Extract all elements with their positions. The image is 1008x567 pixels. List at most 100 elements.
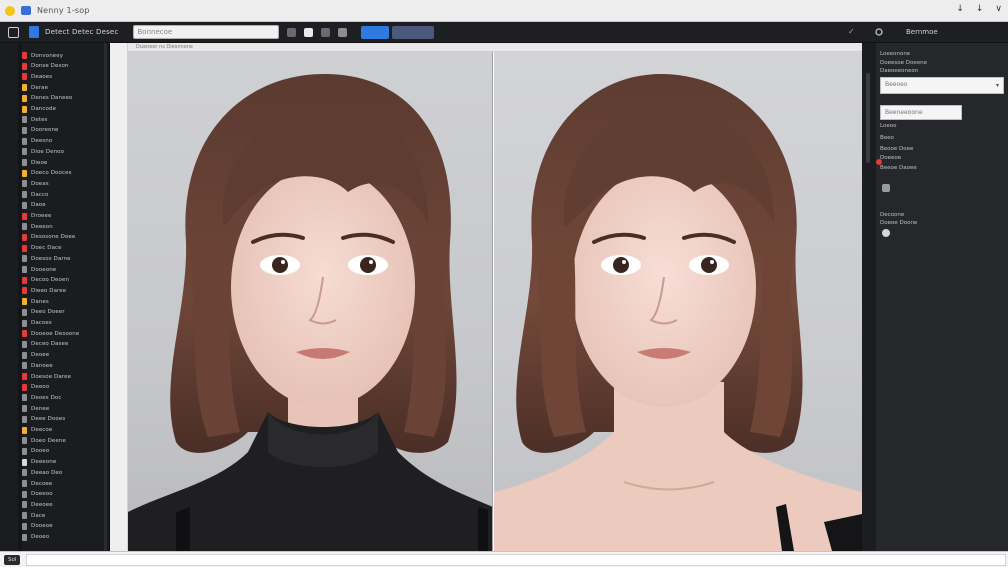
- layer-color-icon: [22, 490, 27, 498]
- layer-item[interactable]: Dacoes: [22, 319, 52, 328]
- layer-item[interactable]: Deecoe: [22, 426, 52, 435]
- layer-color-icon: [22, 458, 27, 466]
- layer-item[interactable]: Dooeone: [22, 265, 56, 274]
- layer-item[interactable]: Dacco: [22, 190, 49, 199]
- property-item: Loeeonone: [880, 51, 911, 57]
- layer-item[interactable]: Doeco Dooces: [22, 169, 72, 178]
- portrait-image-left[interactable]: [128, 52, 493, 551]
- property-label: Beeo: [880, 135, 894, 141]
- layers-scrollbar[interactable]: [104, 43, 107, 551]
- layer-item[interactable]: Deaoes: [22, 72, 52, 81]
- eraser-icon[interactable]: [320, 27, 330, 37]
- layer-label: Desosone Doee: [31, 234, 76, 241]
- layer-item[interactable]: Deeao Deo: [22, 468, 62, 477]
- brush-icon[interactable]: [286, 27, 296, 37]
- layer-item[interactable]: Droeee: [22, 212, 52, 221]
- layer-label: Doesos Darne: [31, 255, 71, 262]
- layer-item[interactable]: Denes Daneeo: [22, 94, 73, 103]
- layer-color-icon: [22, 84, 27, 92]
- layer-tool-icon[interactable]: [29, 26, 39, 38]
- layer-item[interactable]: Doesos Darne: [22, 254, 71, 263]
- layer-item[interactable]: Denee: [22, 404, 49, 413]
- layer-item[interactable]: Doeeoo: [22, 490, 53, 499]
- layer-item[interactable]: Donvoneey: [22, 51, 63, 60]
- layer-item[interactable]: Detes: [22, 115, 48, 124]
- title-bar: Nenny 1-sop ↓ ↓ ∨: [0, 0, 1008, 22]
- property-input[interactable]: Beeneeoone: [880, 105, 962, 120]
- layer-item[interactable]: Decoo Deoen: [22, 276, 69, 285]
- properties-scrollbar[interactable]: [866, 73, 870, 163]
- layer-label: Donvoneey: [31, 52, 64, 59]
- close-button[interactable]: ∨: [995, 4, 1002, 14]
- layer-item[interactable]: Derae: [22, 83, 48, 92]
- layer-item[interactable]: Dooreone: [22, 126, 59, 135]
- layer-item[interactable]: Dooeoe Desoone: [22, 329, 79, 338]
- layer-item[interactable]: Dace: [22, 511, 45, 520]
- layer-label: Dooreone: [31, 127, 59, 134]
- layer-item[interactable]: Dieeo Daree: [22, 286, 66, 295]
- layer-item[interactable]: Dancode: [22, 105, 56, 114]
- search-input[interactable]: Bonnecoe: [132, 25, 279, 39]
- layer-item[interactable]: Deceo Dasee: [22, 340, 68, 349]
- portrait-image-right[interactable]: [494, 52, 862, 551]
- status-tag[interactable]: Sol: [4, 555, 21, 565]
- app-badge-icon: [21, 6, 31, 15]
- panel-toggle-icon[interactable]: [874, 27, 884, 37]
- layer-item[interactable]: Donse Deson: [22, 62, 69, 71]
- layer-label: Deesno: [31, 138, 53, 145]
- layer-item[interactable]: Dooeoe: [22, 522, 53, 531]
- color-swatch-icon[interactable]: [303, 27, 313, 37]
- layer-item[interactable]: Dieoe: [22, 158, 47, 167]
- property-label: Decoone: [880, 212, 905, 218]
- layer-color-icon: [22, 94, 27, 102]
- layer-label: Doesoe Daree: [31, 373, 72, 380]
- right-panel-title: Bernmoe: [906, 28, 938, 36]
- layer-item[interactable]: Danes: [22, 297, 49, 306]
- select-tool-icon[interactable]: [8, 26, 19, 38]
- layer-item[interactable]: Deee Dooes: [22, 415, 65, 424]
- primary-button[interactable]: [360, 25, 389, 39]
- layer-label: Doeo Deene: [31, 437, 66, 444]
- layer-item[interactable]: Doeas: [22, 179, 49, 188]
- link-icon[interactable]: [882, 184, 890, 192]
- layer-label: Dooeone: [31, 266, 57, 273]
- property-dropdown[interactable]: Beeoeo ▾: [880, 77, 1004, 94]
- layer-label: Dancode: [31, 106, 57, 112]
- layer-item[interactable]: Dioe Denoo: [22, 147, 64, 156]
- layer-color-icon: [22, 351, 27, 359]
- layer-color-icon: [22, 169, 27, 177]
- layer-item[interactable]: Deeeone: [22, 458, 56, 467]
- check-icon[interactable]: ✓: [848, 27, 855, 36]
- portrait-left-illustration: [128, 73, 492, 551]
- layer-item[interactable]: Desosone Doee: [22, 233, 75, 242]
- layer-item[interactable]: Deeo Doeer: [22, 308, 65, 317]
- layer-item[interactable]: Decoee: [22, 479, 52, 488]
- restore-button[interactable]: ↓: [976, 4, 984, 14]
- layer-item[interactable]: Deeoo: [22, 383, 49, 392]
- toolbar: Detect Detec Desec Bonnecoe ✓ Bernmoe: [0, 22, 1008, 43]
- property-label: Doeeoe: [880, 155, 902, 161]
- layer-item[interactable]: Danoee: [22, 361, 53, 370]
- settings-icon[interactable]: [882, 229, 890, 237]
- minimize-button[interactable]: ↓: [956, 4, 964, 14]
- layer-item[interactable]: Dooeo: [22, 447, 49, 456]
- layer-label: Donse Deson: [31, 63, 69, 70]
- secondary-button[interactable]: [391, 25, 434, 39]
- layer-item[interactable]: Doeo Deene: [22, 436, 66, 445]
- layer-color-icon: [22, 276, 27, 284]
- layer-item[interactable]: Deeoee: [22, 500, 53, 509]
- layer-item[interactable]: Doec Dace: [22, 244, 62, 253]
- command-input[interactable]: [26, 554, 1006, 566]
- layer-item[interactable]: Deesno: [22, 137, 52, 146]
- layer-item[interactable]: Deoes Doc: [22, 393, 62, 402]
- crop-icon[interactable]: [337, 27, 347, 37]
- window-title: Nenny 1-sop: [37, 6, 90, 15]
- layer-item[interactable]: Deeeon: [22, 222, 53, 231]
- layer-item[interactable]: Deoee: [22, 351, 49, 360]
- layer-item[interactable]: Doesoe Daree: [22, 372, 71, 381]
- layer-color-icon: [22, 233, 27, 241]
- layer-item[interactable]: Deoeo: [22, 533, 49, 542]
- layer-color-icon: [22, 340, 27, 348]
- layer-item[interactable]: Daoe: [22, 201, 46, 210]
- canvas-area[interactable]: Duaneer ns Diesnnone: [110, 43, 862, 551]
